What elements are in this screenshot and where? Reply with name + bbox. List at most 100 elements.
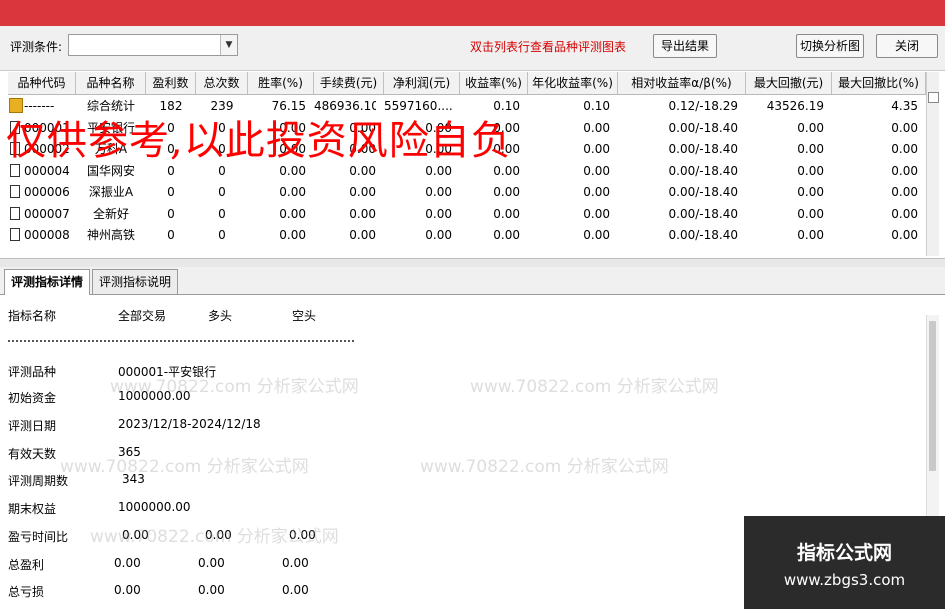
table-cell-relative: 0.00/-18.40 <box>668 142 738 156</box>
column-header[interactable]: 品种代码 <box>8 72 76 94</box>
table-cell-relative: 0.00/-18.40 <box>668 228 738 242</box>
table-cell-net-profit: 0.00 <box>425 185 452 199</box>
table-cell-annual: 0.00 <box>583 163 610 178</box>
condition-label: 评测条件: <box>10 40 63 54</box>
table-cell-max-dd-ratio: 0.00 <box>891 228 918 242</box>
window-title-bar <box>0 0 945 26</box>
toolbar: 评测条件: ▼ 双击列表行查看品种评测图表 导出结果 切换分析图 关闭 <box>0 26 945 71</box>
table-cell-relative: 0.00/-18.40 <box>668 163 738 178</box>
table-cell-relative: 0.00/-18.40 <box>668 185 738 199</box>
table-cell-profit-count: 0 <box>167 206 175 221</box>
table-cell-return: 0.00 <box>493 228 520 242</box>
table-row[interactable]: 000006 深振业A 0 0 0.00 0.00 0.00 0.00 0.00 0.00/-18… <box>8 181 926 203</box>
detail-header-long: 多头 <box>208 309 233 323</box>
equity-value: 1000000.00 <box>118 500 191 514</box>
switch-chart-button[interactable]: 切换分析图 <box>796 34 864 58</box>
table-cell-max-dd: 0.00 <box>797 185 824 199</box>
table-cell-fee: 0.00 <box>349 185 376 199</box>
table-cell-net-profit: 0.00 <box>425 206 452 221</box>
watermark-text: www.70822.com 分析家公式网 <box>60 457 309 477</box>
table-cell-relative: 0.00/-18.40 <box>668 120 738 135</box>
table-cell-code: 000006 <box>24 185 70 199</box>
watermark-text: www.70822.com 分析家公式网 <box>90 527 339 547</box>
table-cell-total: 0 <box>218 206 226 221</box>
table-header: 品种代码 品种名称 盈利数 总次数 胜率(%) 手续费(元) 净利润(元) 收益率(%) 年化收… <box>8 72 926 95</box>
column-header[interactable]: 收益率(%) <box>460 72 528 94</box>
column-header[interactable]: 净利润(元) <box>384 72 460 94</box>
total-profit-short: 0.00 <box>282 556 309 570</box>
table-cell-max-dd-ratio: 0.00 <box>891 185 918 199</box>
product-label: 评测品种 <box>8 365 57 379</box>
column-header[interactable]: 盈利数 <box>146 72 196 94</box>
table-cell-max-dd-ratio: 4.35 <box>891 99 918 113</box>
table-cell-max-dd: 0.00 <box>797 228 824 242</box>
capital-label: 初始资金 <box>8 391 57 405</box>
table-cell-fee: 0.00 <box>349 228 376 242</box>
condition-dropdown[interactable]: ▼ <box>68 34 238 56</box>
table-cell-return: 0.00 <box>493 185 520 199</box>
column-header[interactable]: 品种名称 <box>76 72 146 94</box>
date-value: 2023/12/18-2024/12/18 <box>118 417 261 431</box>
column-header[interactable]: 年化收益率(%) <box>528 72 618 94</box>
table-scrollbar[interactable] <box>926 72 939 256</box>
watermark-text: www.70822.com 分析家公式网 <box>470 377 719 397</box>
detail-header-short: 空头 <box>292 309 317 323</box>
table-cell-annual: 0.00 <box>583 185 610 199</box>
total-loss-all: 0.00 <box>114 583 141 597</box>
close-button[interactable]: 关闭 <box>876 34 938 58</box>
total-loss-long: 0.00 <box>198 583 225 597</box>
table-cell-max-dd: 0.00 <box>797 120 824 135</box>
table-cell-code: 000007 <box>24 206 70 221</box>
brand-badge: 指标公式网 www.zbgs3.com <box>744 516 945 609</box>
detail-header-all: 全部交易 <box>118 309 167 323</box>
column-header[interactable]: 手续费(元) <box>314 72 384 94</box>
document-icon <box>10 185 20 198</box>
table-cell-code: 000008 <box>24 228 70 242</box>
document-icon <box>10 228 20 241</box>
total-profit-label: 总盈利 <box>8 558 45 572</box>
total-loss-label: 总亏损 <box>8 585 45 599</box>
scroll-thumb[interactable] <box>929 321 936 471</box>
column-header[interactable]: 最大回撤比(%) <box>832 72 926 94</box>
table-cell-name: 深振业A <box>88 185 134 199</box>
table-cell-max-dd: 43526.19 <box>766 99 824 113</box>
table-cell-return: 0.00 <box>493 206 520 221</box>
tab-metric-explanation[interactable]: 评测指标说明 <box>92 269 179 294</box>
table-cell-annual: 0.00 <box>583 142 610 156</box>
column-header[interactable]: 最大回撤(元) <box>746 72 832 94</box>
table-cell-profit-count: 0 <box>167 228 175 242</box>
table-cell-max-dd-ratio: 0.00 <box>891 206 918 221</box>
table-cell-win-rate: 0.00 <box>279 206 306 221</box>
table-row[interactable]: 000008 神州高铁 0 0 0.00 0.00 0.00 0.00 0.00 0.00/-18… <box>8 224 926 246</box>
table-row[interactable]: 000007 全新好 0 0 0.00 0.00 0.00 0.00 0.00 0.00/-18.… <box>8 203 926 225</box>
watermark-text: www.70822.com 分析家公式网 <box>110 377 359 397</box>
tab-metric-details[interactable]: 评测指标详情 <box>4 269 91 295</box>
scroll-up-icon[interactable] <box>928 92 939 103</box>
table-cell-max-dd-ratio: 0.00 <box>891 163 918 178</box>
date-label: 评测日期 <box>8 419 57 433</box>
table-cell-max-dd-ratio: 0.00 <box>891 120 918 135</box>
table-cell-total: 0 <box>218 228 226 242</box>
watermark-text: www.70822.com 分析家公式网 <box>420 457 669 477</box>
periods-label: 评测周期数 <box>8 474 69 488</box>
table-cell-annual: 0.00 <box>583 206 610 221</box>
column-header[interactable]: 相对收益率α/β(%) <box>618 72 746 94</box>
table-cell-win-rate: 0.00 <box>279 228 306 242</box>
brand-url: www.zbgs3.com <box>783 571 906 589</box>
table-cell-relative: 0.00/-18.40 <box>668 206 738 221</box>
tab-bar: 评测指标详情 评测指标说明 <box>0 267 945 295</box>
time-ratio-label: 盈亏时间比 <box>8 530 69 544</box>
chevron-down-icon[interactable]: ▼ <box>220 35 237 55</box>
table-cell-max-dd-ratio: 0.00 <box>891 142 918 156</box>
total-loss-short: 0.00 <box>282 583 309 597</box>
hint-text: 双击列表行查看品种评测图表 <box>470 40 627 54</box>
column-header[interactable]: 胜率(%) <box>248 72 314 94</box>
table-cell-win-rate: 0.00 <box>279 185 306 199</box>
table-cell-max-dd: 0.00 <box>797 142 824 156</box>
export-button[interactable]: 导出结果 <box>653 34 717 58</box>
brand-title: 指标公式网 <box>796 542 892 564</box>
total-profit-long: 0.00 <box>198 556 225 570</box>
divider <box>8 340 354 342</box>
table-cell-relative: 0.12/-18.29 <box>668 99 738 113</box>
column-header[interactable]: 总次数 <box>196 72 248 94</box>
